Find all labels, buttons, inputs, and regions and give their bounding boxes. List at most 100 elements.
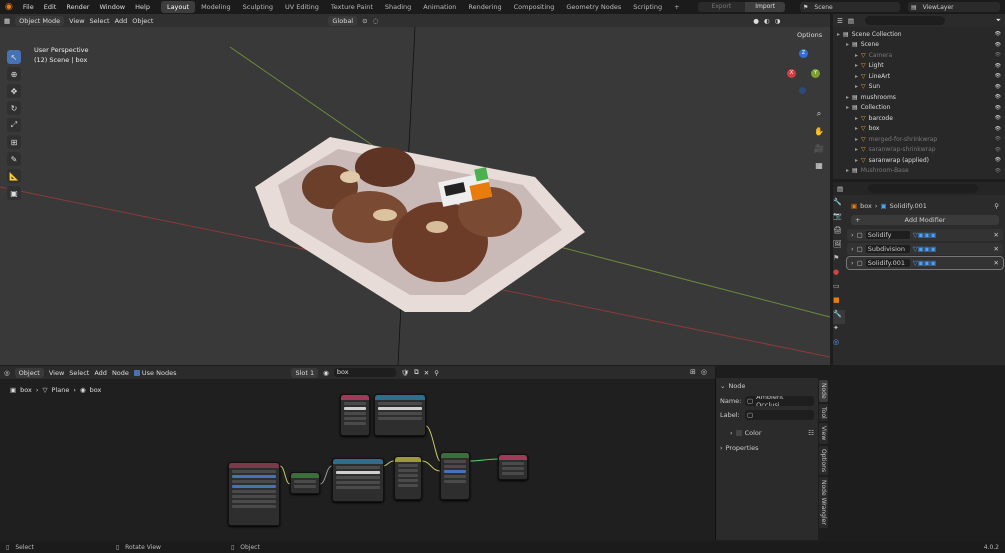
node-principled-bsdf[interactable] <box>440 452 470 500</box>
modifier-name-field[interactable]: Solidify <box>865 231 910 239</box>
overlay-nodes-icon[interactable]: ◎ <box>701 368 707 376</box>
chevron-icon[interactable]: ▸ <box>837 31 840 38</box>
select-tool-icon[interactable]: ↖ <box>7 50 21 64</box>
tab-view-layer-icon[interactable]: 🖼 <box>833 240 845 254</box>
menu-edit[interactable]: Edit <box>39 3 62 11</box>
outliner-row[interactable]: ▸ ▽ merged-for-shrinkwrap 👁 <box>833 134 1005 145</box>
tab-uv-editing[interactable]: UV Editing <box>279 1 325 13</box>
color-subpanel[interactable]: › Color ☷ <box>716 427 818 439</box>
tab-modifier-icon[interactable]: 🔧 <box>833 310 845 324</box>
outliner-row[interactable]: ▸ ▽ barcode 👁 <box>833 113 1005 124</box>
outliner-row[interactable]: ▸ ▽ Sun 👁 <box>833 82 1005 93</box>
move-tool-icon[interactable]: ✥ <box>7 84 21 98</box>
add-workspace-button[interactable]: + <box>668 1 685 13</box>
node-ambient-occlusion[interactable] <box>340 394 370 436</box>
visibility-eye-icon[interactable]: 👁 <box>995 126 1001 132</box>
shading-solid-icon[interactable]: ● <box>753 17 759 25</box>
sidebar-tab-options[interactable]: Options <box>819 445 828 475</box>
chevron-icon[interactable]: ▸ <box>855 136 858 143</box>
tab-collection-icon[interactable]: ▭ <box>833 282 845 296</box>
chevron-icon[interactable]: ▸ <box>855 157 858 164</box>
sidebar-tab-node-wrangler[interactable]: Node Wrangler <box>819 476 828 528</box>
visibility-eye-icon[interactable]: 👁 <box>995 94 1001 100</box>
close-icon[interactable]: ✕ <box>994 259 999 267</box>
chevron-icon[interactable]: ▸ <box>855 115 858 122</box>
modifier-panel[interactable]: › ▢ Solidify ▽▣▣▣ ✕ <box>847 229 1003 241</box>
close-icon[interactable]: ✕ <box>994 245 999 253</box>
outliner-row[interactable]: ▸ ▽ box 👁 <box>833 124 1005 135</box>
shading-rendered-icon[interactable]: ◑ <box>775 17 781 25</box>
chevron-icon[interactable]: ▸ <box>855 73 858 80</box>
tab-world-icon[interactable]: ● <box>833 268 845 282</box>
node-color-ramp[interactable] <box>332 458 384 502</box>
visibility-eye-icon[interactable]: 👁 <box>995 147 1001 153</box>
node-material-output[interactable] <box>498 454 528 480</box>
tab-geometry-nodes[interactable]: Geometry Nodes <box>560 1 627 13</box>
visibility-eye-icon[interactable]: 👁 <box>995 105 1001 111</box>
chevron-right-icon[interactable]: › <box>851 259 854 267</box>
blender-logo-icon[interactable]: ◉ <box>0 2 18 12</box>
add-modifier-button[interactable]: + Add Modifier <box>851 215 999 225</box>
chevron-icon[interactable]: ▸ <box>855 146 858 153</box>
3d-viewport[interactable]: ▦ Object Mode View Select Add Object Glo… <box>0 14 830 365</box>
viewport-menu-add[interactable]: Add <box>115 17 128 25</box>
viewport-menu-view[interactable]: View <box>69 17 84 25</box>
filter-icon[interactable]: ⏷ <box>996 16 1001 25</box>
sidebar-tab-node[interactable]: Node <box>819 380 828 402</box>
tab-object-icon[interactable]: ■ <box>833 296 845 310</box>
outliner-row[interactable]: ▸ ▽ Light 👁 <box>833 61 1005 72</box>
scene-selector[interactable]: ⚑ Scene <box>800 2 900 12</box>
viewport-menu-select[interactable]: Select <box>90 17 110 25</box>
outliner-row[interactable]: ▸ ▤ Mushroom-Base 👁 <box>833 166 1005 177</box>
annotate-tool-icon[interactable]: ✎ <box>7 152 21 166</box>
tab-render-icon[interactable]: 📷 <box>833 212 845 226</box>
node-section-header[interactable]: ⌄ Node <box>716 380 818 392</box>
options-button[interactable]: Options <box>793 30 827 40</box>
gizmo-y[interactable]: Y <box>811 69 820 78</box>
tab-output-icon[interactable]: 🖨 <box>833 226 845 240</box>
menu-help[interactable]: Help <box>130 3 155 11</box>
outliner-search[interactable] <box>864 16 945 25</box>
transform-tool-icon[interactable]: ⊞ <box>7 135 21 149</box>
modifier-name-field[interactable]: Solidify.001 <box>865 259 910 267</box>
proportional-edit-icon[interactable]: ◌ <box>373 17 379 25</box>
gizmo-x[interactable]: X <box>787 69 796 78</box>
scale-tool-icon[interactable]: ⤢ <box>7 118 21 132</box>
node-separate[interactable] <box>290 472 320 494</box>
properties-subpanel[interactable]: › Properties <box>716 442 818 454</box>
visibility-eye-icon[interactable]: 👁 <box>995 84 1001 90</box>
modifier-toggles-icon[interactable]: ▽▣▣▣ <box>913 231 936 239</box>
modifier-panel[interactable]: › ▢ Subdivision ▽▣▣▣ ✕ <box>847 243 1003 255</box>
visibility-eye-icon[interactable]: 👁 <box>995 42 1001 48</box>
display-mode-icon[interactable]: ▤ <box>848 17 854 25</box>
tab-rendering[interactable]: Rendering <box>462 1 507 13</box>
editor-type-icon[interactable]: ▦ <box>4 17 10 25</box>
chevron-icon[interactable]: ▸ <box>855 83 858 90</box>
node-editor[interactable]: ◎ Object View Select Add Node Use Nodes … <box>0 366 715 540</box>
node-texture-coordinate[interactable] <box>228 462 280 526</box>
pin-icon[interactable]: ⚲ <box>994 202 999 210</box>
visibility-eye-icon[interactable]: 👁 <box>995 63 1001 69</box>
chevron-icon[interactable]: ▸ <box>855 125 858 132</box>
outliner-row[interactable]: ▸ ▽ saranwrap (applied) 👁 <box>833 155 1005 166</box>
sidebar-tab-view[interactable]: View <box>819 423 828 444</box>
tab-sculpting[interactable]: Sculpting <box>237 1 279 13</box>
sidebar-tab-tool[interactable]: Tool <box>819 403 828 422</box>
tab-compositing[interactable]: Compositing <box>508 1 561 13</box>
menu-window[interactable]: Window <box>94 3 130 11</box>
chevron-icon[interactable]: ▸ <box>846 104 849 111</box>
tab-animation[interactable]: Animation <box>417 1 462 13</box>
chevron-icon[interactable]: ▸ <box>855 52 858 59</box>
chevron-icon[interactable]: ▸ <box>846 94 849 101</box>
rotate-tool-icon[interactable]: ↻ <box>7 101 21 115</box>
close-icon[interactable]: ✕ <box>994 231 999 239</box>
gizmo-neg-z[interactable] <box>799 87 806 94</box>
measure-tool-icon[interactable]: 📐 <box>7 169 21 183</box>
visibility-eye-icon[interactable]: 👁 <box>995 136 1001 142</box>
tab-scene-icon[interactable]: ⚑ <box>833 254 845 268</box>
mode-dropdown[interactable]: Object Mode <box>15 15 65 26</box>
import-button[interactable]: Import <box>745 2 786 12</box>
node-label-field[interactable]: ▢ <box>745 410 814 420</box>
outliner-row[interactable]: ▸ ▽ LineArt 👁 <box>833 71 1005 82</box>
outliner-row[interactable]: ▸ ▤ Collection 👁 <box>833 103 1005 114</box>
